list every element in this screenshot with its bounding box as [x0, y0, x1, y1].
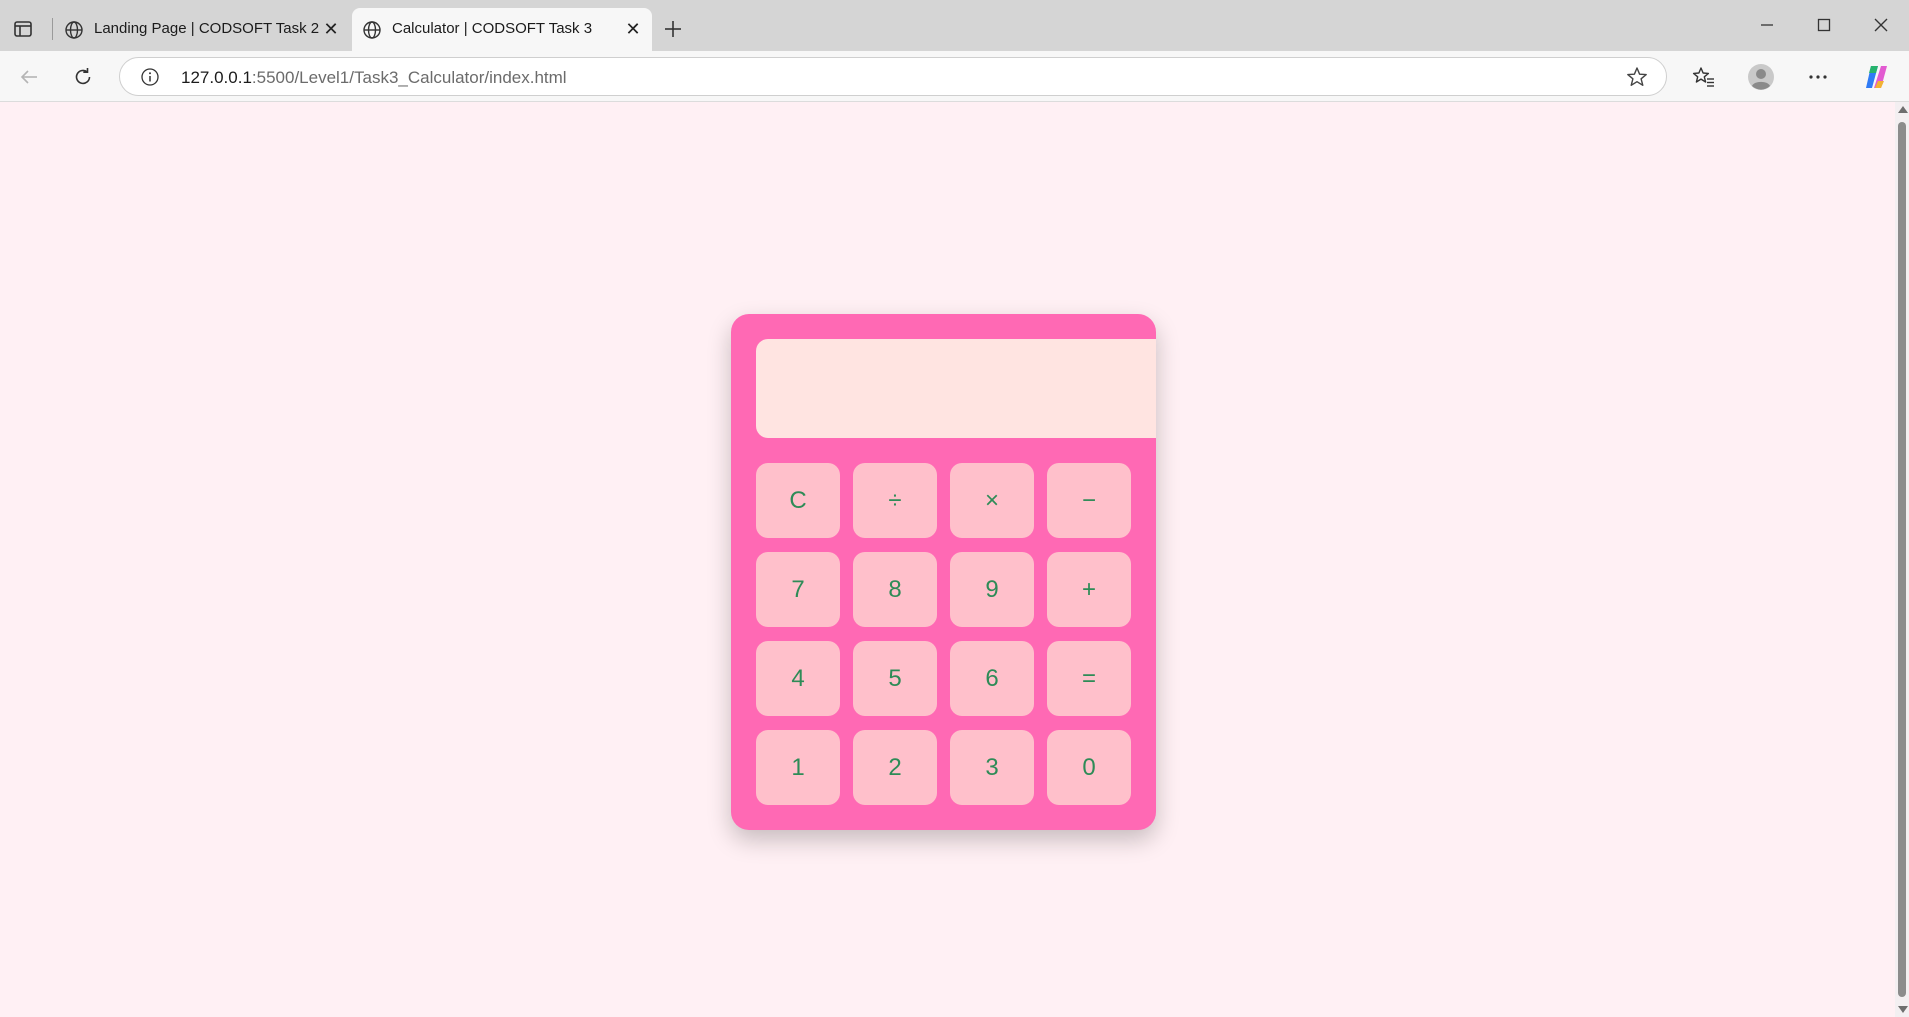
maximize-icon[interactable] [1801, 8, 1847, 42]
scroll-up-arrow-icon[interactable] [1898, 106, 1908, 113]
minimize-icon[interactable] [1744, 8, 1790, 42]
clear-button[interactable]: C [756, 463, 840, 538]
calculator-keypad: C ÷ × − 7 8 9 + 4 5 6 = 1 2 3 0 [756, 463, 1131, 805]
digit-1-button[interactable]: 1 [756, 730, 840, 805]
digit-5-button[interactable]: 5 [853, 641, 937, 716]
globe-icon [362, 20, 382, 40]
scrollbar-thumb[interactable] [1898, 122, 1906, 997]
tab-title: Landing Page | CODSOFT Task 2 [94, 20, 320, 37]
window-close-icon[interactable] [1858, 8, 1904, 42]
equals-button[interactable]: = [1047, 641, 1131, 716]
browser-tab-strip: Landing Page | CODSOFT Task 2 ✕ Calculat… [0, 0, 1909, 51]
favorite-star-icon[interactable] [1626, 66, 1648, 88]
multiply-button[interactable]: × [950, 463, 1034, 538]
back-arrow-icon[interactable] [11, 59, 47, 95]
tab-landing-page[interactable]: Landing Page | CODSOFT Task 2 ✕ [54, 8, 350, 51]
profile-avatar-icon[interactable] [1743, 59, 1779, 95]
close-tab-icon[interactable]: ✕ [620, 16, 646, 42]
browser-toolbar: 127.0.0.1:5500/Level1/Task3_Calculator/i… [0, 51, 1909, 102]
reload-icon[interactable] [65, 59, 101, 95]
tab-separator [52, 18, 53, 40]
digit-8-button[interactable]: 8 [853, 552, 937, 627]
divide-button[interactable]: ÷ [853, 463, 937, 538]
digit-4-button[interactable]: 4 [756, 641, 840, 716]
new-tab-icon[interactable] [658, 14, 688, 44]
tab-calculator[interactable]: Calculator | CODSOFT Task 3 ✕ [352, 8, 652, 51]
url-text: 127.0.0.1:5500/Level1/Task3_Calculator/i… [181, 68, 567, 88]
scroll-down-arrow-icon[interactable] [1898, 1006, 1908, 1013]
favorites-icon[interactable] [1686, 59, 1722, 95]
tab-actions-icon[interactable] [9, 15, 37, 43]
digit-9-button[interactable]: 9 [950, 552, 1034, 627]
calculator: C ÷ × − 7 8 9 + 4 5 6 = 1 2 3 0 [731, 314, 1156, 830]
copilot-icon[interactable] [1858, 59, 1894, 95]
add-button[interactable]: + [1047, 552, 1131, 627]
calculator-display[interactable] [756, 339, 1156, 438]
digit-6-button[interactable]: 6 [950, 641, 1034, 716]
digit-3-button[interactable]: 3 [950, 730, 1034, 805]
globe-icon [64, 20, 84, 40]
more-options-icon[interactable] [1800, 59, 1836, 95]
address-bar[interactable]: 127.0.0.1:5500/Level1/Task3_Calculator/i… [119, 57, 1667, 96]
subtract-button[interactable]: − [1047, 463, 1131, 538]
tab-title: Calculator | CODSOFT Task 3 [392, 20, 593, 37]
url-host: 127.0.0.1 [181, 68, 252, 87]
site-info-icon[interactable] [140, 67, 160, 87]
digit-7-button[interactable]: 7 [756, 552, 840, 627]
page-scrollbar[interactable] [1895, 102, 1909, 1017]
digit-2-button[interactable]: 2 [853, 730, 937, 805]
url-path: :5500/Level1/Task3_Calculator/index.html [251, 68, 567, 87]
close-tab-icon[interactable]: ✕ [318, 16, 344, 42]
digit-0-button[interactable]: 0 [1047, 730, 1131, 805]
